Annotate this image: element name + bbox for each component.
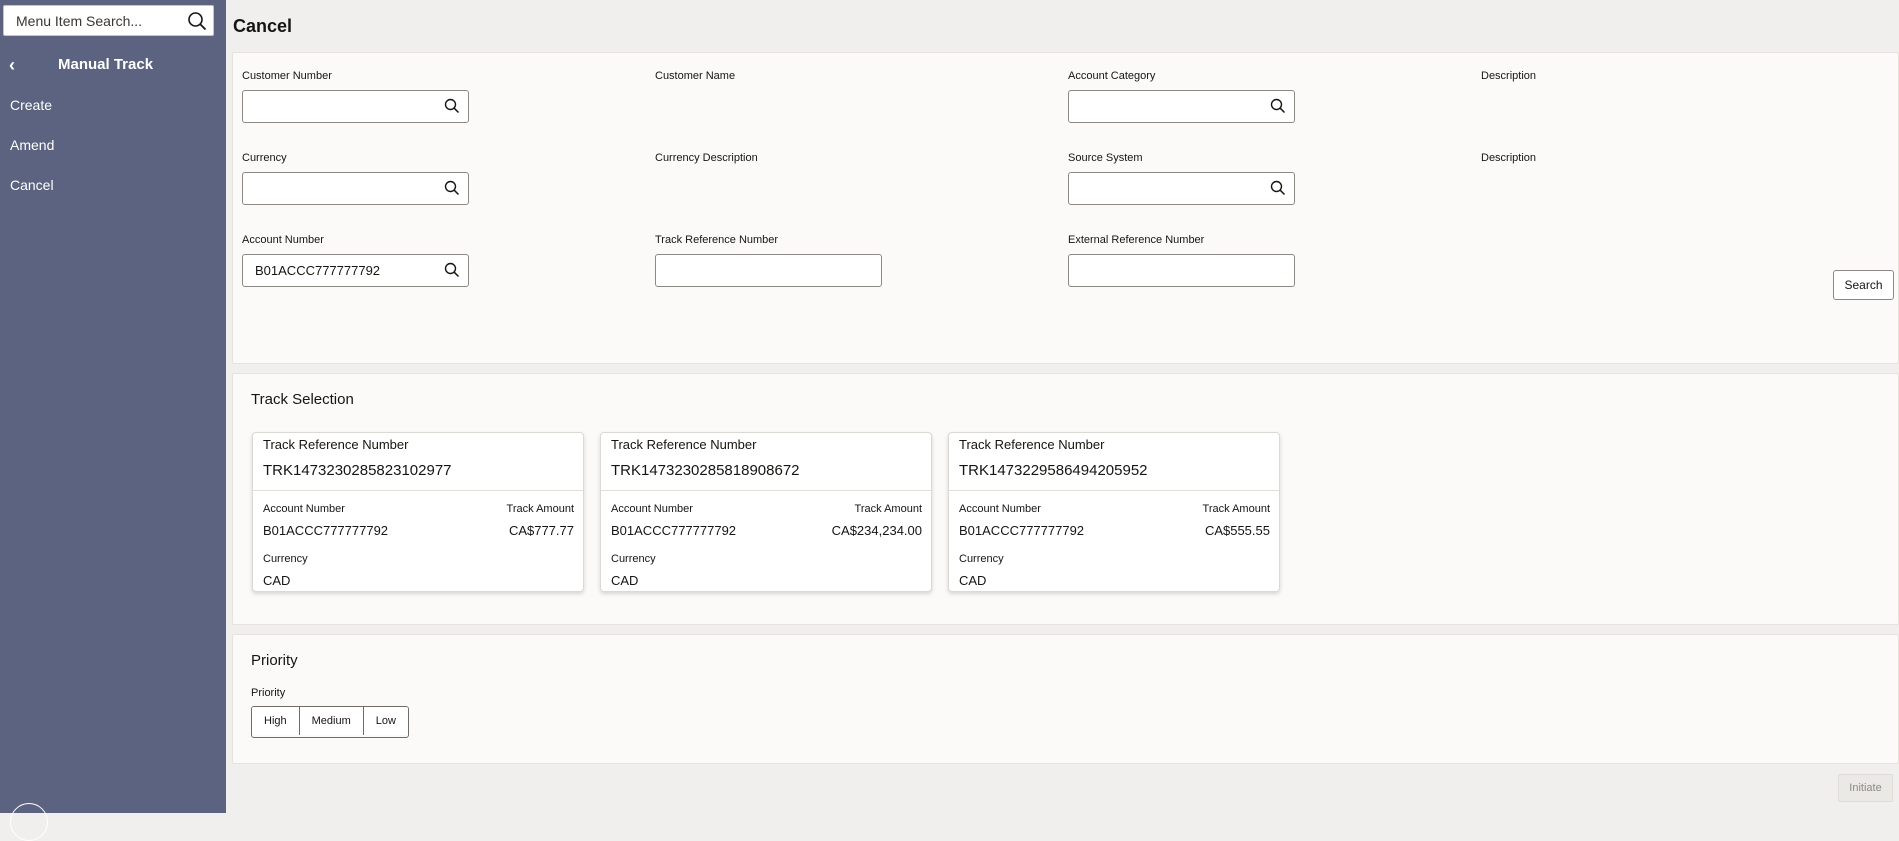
source-system-field xyxy=(1068,172,1295,205)
external-reference-number-label: External Reference Number xyxy=(1068,234,1205,246)
currency-value: CAD xyxy=(611,573,639,588)
source-system-label: Source System xyxy=(1068,152,1143,164)
account-number-label: Account Number xyxy=(611,503,693,515)
priority-panel xyxy=(232,634,1899,764)
track-reference-number-field xyxy=(655,254,882,287)
external-reference-number-input[interactable] xyxy=(1069,255,1271,286)
account-number-label: Account Number xyxy=(263,503,345,515)
description-label: Description xyxy=(1481,152,1537,164)
source-system-input[interactable] xyxy=(1069,173,1271,204)
track-card[interactable]: Track Reference Number TRK14732302858189… xyxy=(600,432,932,592)
search-icon[interactable] xyxy=(444,180,460,196)
chevron-left-icon[interactable]: ‹ xyxy=(9,56,15,74)
currency-field xyxy=(242,172,469,205)
currency-label: Currency xyxy=(263,553,308,565)
priority-medium-button[interactable]: Medium xyxy=(299,707,364,735)
account-category-field xyxy=(1068,90,1295,123)
currency-value: CAD xyxy=(263,573,291,588)
account-category-input[interactable] xyxy=(1069,91,1271,122)
currency-description-label: Currency Description xyxy=(655,152,758,164)
sidebar-header: ‹ Manual Track xyxy=(0,52,226,78)
customer-number-label: Customer Number xyxy=(242,70,332,82)
sidebar-title: Manual Track xyxy=(58,56,154,73)
priority-segmented-control: High Medium Low xyxy=(251,706,409,738)
track-reference-value: TRK1473229586494205952 xyxy=(959,462,1148,479)
currency-value: CAD xyxy=(959,573,987,588)
menu-search-box xyxy=(3,5,214,36)
sidebar-item-create[interactable]: Create xyxy=(10,97,52,113)
search-icon[interactable] xyxy=(444,262,460,278)
track-card[interactable]: Track Reference Number TRK14732302858231… xyxy=(252,432,584,592)
track-amount-label: Track Amount xyxy=(854,503,922,515)
description-label: Description xyxy=(1481,70,1537,82)
page-title: Cancel xyxy=(233,16,293,36)
track-reference-number-input[interactable] xyxy=(656,255,858,286)
customer-number-input[interactable] xyxy=(243,91,445,122)
customer-name-label: Customer Name xyxy=(655,70,736,82)
main-content: Cancel Customer Number Customer Name Acc… xyxy=(226,0,1899,813)
search-icon[interactable] xyxy=(187,11,207,31)
search-icon[interactable] xyxy=(444,98,460,114)
search-panel: Customer Number Customer Name Account Ca… xyxy=(232,52,1899,364)
account-number-value: B01ACCC777777792 xyxy=(263,523,389,538)
track-reference-label: Track Reference Number xyxy=(959,437,1105,452)
sidebar-item-amend[interactable]: Amend xyxy=(10,137,54,153)
account-number-field xyxy=(242,254,469,287)
external-reference-number-field xyxy=(1068,254,1295,287)
track-amount-label: Track Amount xyxy=(1202,503,1270,515)
track-reference-label: Track Reference Number xyxy=(263,437,409,452)
account-number-input[interactable] xyxy=(243,255,445,286)
currency-label: Currency xyxy=(611,553,656,565)
track-reference-number-label: Track Reference Number xyxy=(655,234,779,246)
track-amount-value: CA$234,234.00 xyxy=(831,523,922,538)
card-divider xyxy=(601,490,931,491)
account-number-value: B01ACCC777777792 xyxy=(959,523,1085,538)
track-selection-title: Track Selection xyxy=(251,391,354,408)
currency-label: Currency xyxy=(959,553,1004,565)
account-number-label: Account Number xyxy=(959,503,1041,515)
priority-label: Priority xyxy=(251,687,286,699)
initiate-button[interactable]: Initiate xyxy=(1838,774,1893,802)
track-reference-label: Track Reference Number xyxy=(611,437,757,452)
search-button[interactable]: Search xyxy=(1833,270,1894,300)
currency-input[interactable] xyxy=(243,173,445,204)
sidebar: ‹ Manual Track Create Amend Cancel xyxy=(0,0,226,841)
priority-title: Priority xyxy=(251,652,298,669)
track-reference-value: TRK1473230285823102977 xyxy=(263,462,452,479)
currency-label: Currency xyxy=(242,152,287,164)
sidebar-item-cancel[interactable]: Cancel xyxy=(10,177,54,193)
account-number-value: B01ACCC777777792 xyxy=(611,523,737,538)
track-amount-value: CA$777.77 xyxy=(508,523,574,538)
track-reference-value: TRK1473230285818908672 xyxy=(611,462,800,479)
track-card[interactable]: Track Reference Number TRK14732295864942… xyxy=(948,432,1280,592)
search-icon[interactable] xyxy=(1270,180,1286,196)
priority-high-button[interactable]: High xyxy=(252,707,300,735)
customer-number-field xyxy=(242,90,469,123)
track-amount-label: Track Amount xyxy=(506,503,574,515)
avatar[interactable] xyxy=(10,803,48,841)
card-divider xyxy=(253,490,583,491)
search-icon[interactable] xyxy=(1270,98,1286,114)
priority-low-button[interactable]: Low xyxy=(363,707,408,735)
menu-search-input[interactable] xyxy=(4,6,186,35)
card-divider xyxy=(949,490,1279,491)
account-number-label: Account Number xyxy=(242,234,324,246)
track-amount-value: CA$555.55 xyxy=(1204,523,1270,538)
account-category-label: Account Category xyxy=(1068,70,1156,82)
